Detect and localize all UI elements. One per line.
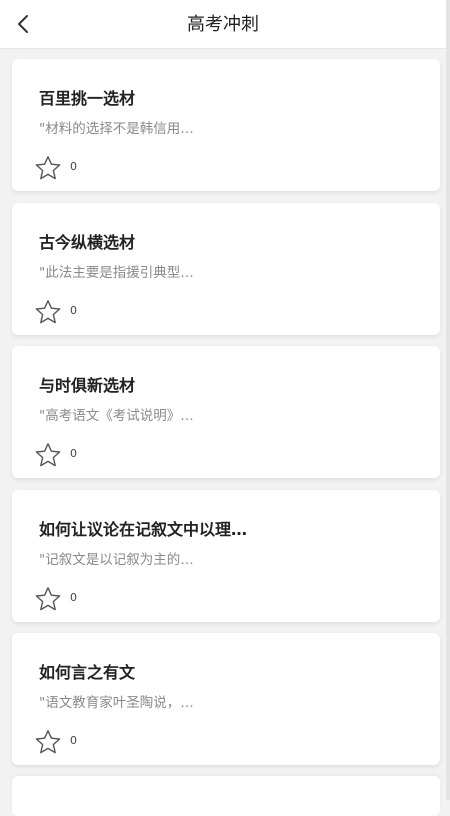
article-card[interactable]: 古今纵横选材 "此法主要是指援引典型… 0 [12, 203, 440, 335]
favorite-button[interactable]: 0 [34, 155, 77, 181]
article-excerpt: "材料的选择不是韩信用… [39, 121, 194, 137]
article-excerpt: "高考语文《考试说明》… [39, 408, 194, 424]
article-excerpt: "语文教育家叶圣陶说，… [39, 695, 194, 711]
article-title: 古今纵横选材 [39, 233, 136, 252]
star-outline-icon [35, 300, 61, 324]
article-title: 与时俱新选材 [39, 376, 136, 395]
page-title: 高考冲刺 [187, 14, 259, 35]
favorite-button[interactable]: 0 [34, 729, 77, 755]
star-outline-icon [35, 156, 61, 180]
favorite-button[interactable]: 0 [34, 299, 77, 325]
favorite-count: 0 [70, 159, 77, 173]
favorite-count: 0 [70, 590, 77, 604]
article-title: 如何言之有文 [39, 663, 136, 682]
article-title: 百里挑一选材 [39, 89, 136, 108]
favorite-button[interactable]: 0 [34, 586, 77, 612]
app-header: 高考冲刺 [0, 0, 446, 49]
favorite-count: 0 [70, 733, 77, 747]
star-outline-icon [35, 730, 61, 754]
scrollbar[interactable] [446, 0, 450, 800]
article-card[interactable]: 百里挑一选材 "材料的选择不是韩信用… 0 [12, 59, 440, 191]
article-excerpt: "记叙文是以记叙为主的… [39, 552, 194, 568]
star-outline-icon [35, 443, 61, 467]
article-card[interactable]: 如何让议论在记叙文中以理… "记叙文是以记叙为主的… 0 [12, 490, 440, 622]
favorite-count: 0 [70, 303, 77, 317]
article-card[interactable]: 与时俱新选材 "高考语文《考试说明》… 0 [12, 346, 440, 478]
star-outline-icon [35, 587, 61, 611]
favorite-count: 0 [70, 446, 77, 460]
article-title: 如何让议论在记叙文中以理… [39, 520, 248, 539]
favorite-button[interactable]: 0 [34, 442, 77, 468]
article-card-partial[interactable] [12, 776, 440, 816]
article-card[interactable]: 如何言之有文 "语文教育家叶圣陶说，… 0 [12, 633, 440, 765]
article-excerpt: "此法主要是指援引典型… [39, 265, 194, 281]
